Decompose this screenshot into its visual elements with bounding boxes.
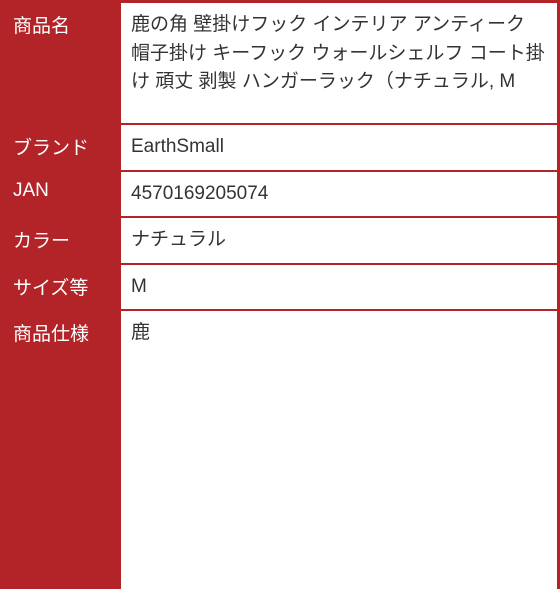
product-spec-table: 商品名 鹿の角 壁掛けフック インテリア アンティーク 帽子掛け キーフック ウ… [3,3,557,589]
row-label-jan: JAN [3,172,119,217]
row-label-spec: 商品仕様 [3,311,119,589]
row-label-size: サイズ等 [3,265,119,310]
row-value-spec: 鹿 [121,311,557,589]
table-row: ブランド EarthSmall [3,125,557,170]
row-value-product-name: 鹿の角 壁掛けフック インテリア アンティーク 帽子掛け キーフック ウォールシ… [121,3,557,123]
row-label-product-name: 商品名 [3,3,119,123]
row-value-jan: 4570169205074 [121,172,557,217]
table-row: JAN 4570169205074 [3,172,557,217]
table-row: 商品名 鹿の角 壁掛けフック インテリア アンティーク 帽子掛け キーフック ウ… [3,3,557,123]
table-row: 商品仕様 鹿 [3,311,557,589]
row-value-color: ナチュラル [121,218,557,263]
table-row: サイズ等 M [3,265,557,310]
row-label-color: カラー [3,218,119,263]
table-row: カラー ナチュラル [3,218,557,263]
row-value-brand: EarthSmall [121,125,557,170]
row-value-size: M [121,265,557,310]
row-label-brand: ブランド [3,125,119,170]
